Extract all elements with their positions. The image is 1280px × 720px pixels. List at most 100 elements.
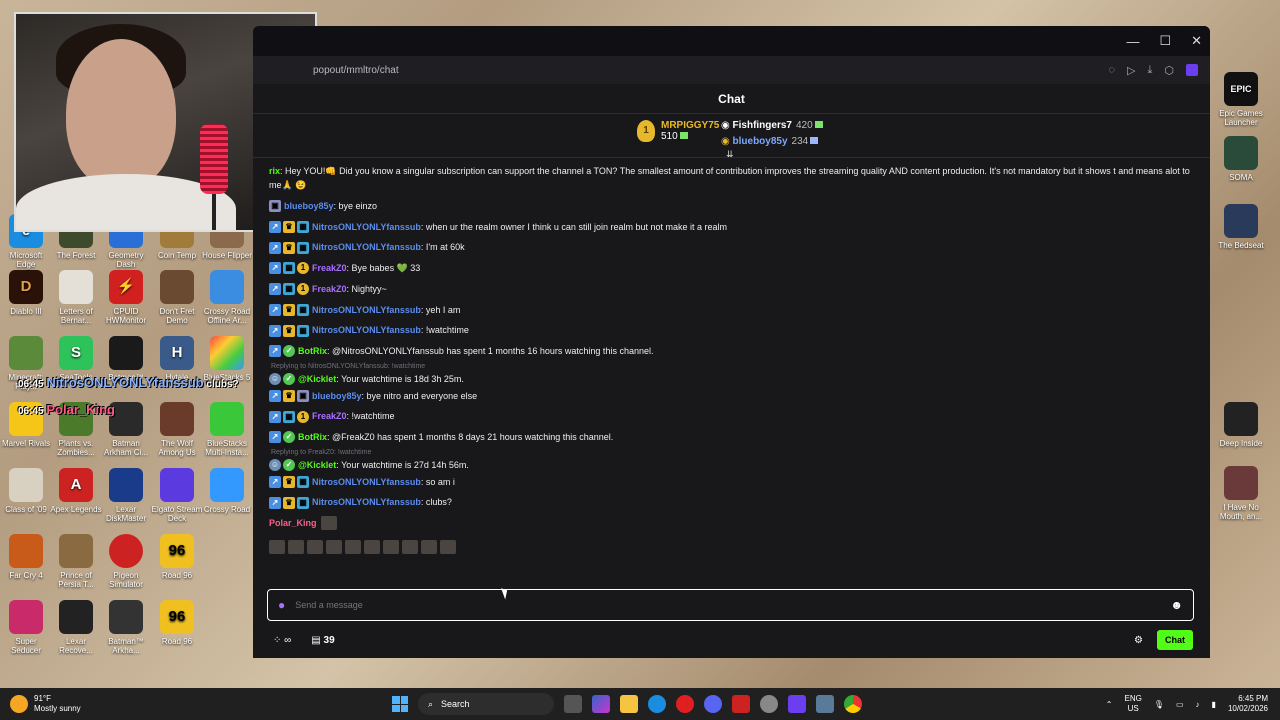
address-bar[interactable]: popout/mmltro/chat ◌ ▷ ⤓ ⬡ (253, 56, 1210, 84)
bot-badge-icon: ✓ (283, 372, 295, 385)
desktop-icon-lexar1[interactable]: Lexar DiskMaster (100, 468, 152, 523)
mic-tray-icon[interactable]: 🎙 (1154, 700, 1164, 709)
network-icon[interactable]: ▭ (1176, 700, 1184, 709)
username[interactable]: @Kicklet (298, 458, 336, 472)
username[interactable]: rix (269, 166, 280, 176)
edge-icon[interactable] (648, 695, 666, 713)
desktop-icon-pigeon[interactable]: Pigeon Simulator (100, 534, 152, 589)
hytale-icon: H (160, 336, 194, 370)
desktop-icon-batman3[interactable]: Batman™ Arkha... (100, 600, 152, 655)
app-gray-icon[interactable] (760, 695, 778, 713)
desktop-icon-label: Batman Arkham Ci... (103, 439, 148, 458)
leaderboard-others[interactable]: ◉ Fishfingers7 420 ◉ blueboy85y 234 (721, 118, 823, 150)
desktop-icon-farcry[interactable]: Far Cry 4 (0, 534, 52, 580)
username[interactable]: NitrosONLYONLYfanssub (312, 320, 421, 341)
username[interactable]: NitrosONLYONLYfanssub (312, 472, 421, 493)
windows-start-icon[interactable] (392, 696, 408, 712)
settings-gear-icon[interactable]: ⚙ (1134, 635, 1143, 646)
gift-leaderboard[interactable]: 1 MRPIGGY75 510 ◉ Fishfingers7 420 ◉ blue… (253, 114, 1210, 160)
desktop-icon-prince[interactable]: Prince of Persia T... (50, 534, 102, 589)
points-infinity-icon[interactable]: ⁘ ∞ (273, 635, 291, 646)
chat-message: ☺ ✓ @Kicklet: Your watchtime is 27d 14h 56… (269, 458, 1194, 472)
viewers-count[interactable]: ▤ 39 (311, 635, 334, 646)
copilot-icon[interactable] (592, 695, 610, 713)
clock[interactable]: 6:45 PM 10/02/2026 (1228, 694, 1268, 714)
message-text: : Nightyy~ (346, 283, 387, 294)
message-input-box[interactable]: ● ☻ (267, 589, 1194, 621)
extension-icon[interactable]: ⬡ (1164, 64, 1174, 77)
desktop-icon-label: Lexar DiskMaster (105, 505, 146, 524)
opera-gx-icon[interactable] (676, 695, 694, 713)
language-indicator[interactable]: ENG US (1124, 694, 1141, 714)
desktop-icon-epic[interactable]: EPIC Epic Games Launcher (1215, 72, 1267, 127)
message-input[interactable] (295, 600, 1171, 610)
username[interactable]: NitrosONLYONLYfanssub (312, 300, 421, 321)
discord-icon[interactable] (704, 695, 722, 713)
play-icon[interactable]: ▷ (1127, 64, 1135, 77)
username[interactable]: blueboy85y (284, 196, 334, 217)
microphone-icon[interactable]: ● (278, 598, 285, 612)
close-button[interactable]: ✕ (1191, 33, 1202, 49)
file-explorer-icon[interactable] (620, 695, 638, 713)
far-cry-icon (9, 534, 43, 568)
desktop-icon-letters[interactable]: Letters of Bernar... (50, 270, 102, 325)
system-tray: ⌃ ENG US 🎙 ▭ ♪ ▮ 6:45 PM 10/02/2026 (1106, 694, 1280, 714)
desktop-icon-class09[interactable]: Class of '09 (0, 468, 52, 514)
desktop-icon-cpuid[interactable]: ⚡ CPUID HWMonitor (100, 270, 152, 325)
desktop-icon-nomouth[interactable]: I Have No Mouth, an... (1215, 466, 1267, 521)
weather-widget[interactable]: 91°F Mostly sunny (0, 694, 200, 714)
desktop-icon-wolf[interactable]: The Wolf Among Us (151, 402, 203, 457)
leaderboard-first[interactable]: 1 MRPIGGY75 510 (637, 120, 719, 142)
chevron-up-icon[interactable]: ⌃ (1106, 700, 1113, 709)
desktop-icon-superseducer[interactable]: Super Seducer (0, 600, 52, 655)
extension-badge-icon[interactable] (1186, 63, 1198, 76)
username[interactable]: @Kicklet (298, 372, 336, 386)
maximize-button[interactable]: ☐ (1159, 33, 1171, 49)
reply-context: Replying to NitrosONLYONLYfanssub: !watc… (271, 362, 426, 370)
url-text[interactable]: popout/mmltro/chat (313, 65, 399, 76)
username[interactable]: blueboy85y (312, 386, 362, 407)
desktop-icon-lexar2[interactable]: Lexar Recove... (50, 600, 102, 655)
download-icon[interactable]: ⤓ (1148, 64, 1153, 77)
app-red-icon[interactable] (732, 695, 750, 713)
desktop-icon-apex[interactable]: A Apex Legends (50, 468, 102, 514)
crown-icon: ◉ (721, 120, 730, 131)
username[interactable]: Polar_King (269, 513, 317, 534)
chat-send-button[interactable]: Chat (1157, 630, 1193, 650)
desktop-icon-bedseat[interactable]: The Bedseat (1215, 204, 1267, 250)
username[interactable]: BotRix (298, 427, 327, 448)
desktop-icon-road2[interactable]: 96 Road 96 (151, 600, 203, 646)
desktop-icon-soma[interactable]: SOMA (1215, 136, 1267, 182)
settings-icon[interactable] (816, 695, 834, 713)
desktop-icon-diablo[interactable]: D Diablo III (0, 270, 52, 316)
desktop-icon-label: I Have No Mouth, an... (1219, 503, 1263, 522)
app-purple-icon[interactable] (788, 695, 806, 713)
emoji-picker-icon[interactable]: ☻ (1170, 598, 1183, 612)
gifter-badge-icon: 1 (297, 283, 309, 296)
desktop-icon-road1[interactable]: 96 Road 96 (151, 534, 203, 580)
minimize-button[interactable]: — (1126, 34, 1139, 49)
username[interactable]: NitrosONLYONLYfanssub (312, 217, 421, 238)
battery-icon[interactable]: ▮ (1212, 700, 1216, 709)
desktop-icon-dontstarve[interactable]: Don't Fret Demo (151, 270, 203, 325)
desktop-icon-elgato[interactable]: Elgato Stream Deck (151, 468, 203, 523)
stream-deck-icon (160, 468, 194, 502)
desktop-icon-crossy1[interactable]: Crossy Road Offline Ar... (201, 270, 253, 325)
desktop-icon-bsmulti[interactable]: BlueStacks Multi-Insta... (201, 402, 253, 457)
chrome-icon[interactable] (844, 695, 862, 713)
volume-icon[interactable]: ♪ (1196, 700, 1200, 709)
chat-message: ↗ ♛ ▦ NitrosONLYONLYfanssub: I'm at 60k (269, 237, 1194, 258)
username[interactable]: BotRix (298, 341, 327, 362)
task-view-icon[interactable] (564, 695, 582, 713)
expand-leaderboard-icon[interactable]: ⇊ (726, 149, 734, 160)
shield-icon[interactable]: ◌ (1109, 64, 1116, 77)
username[interactable]: FreakZ0 (312, 279, 347, 300)
taskbar-search[interactable]: ⌕ Search (418, 693, 554, 715)
taskbar-apps: ⌕ Search (392, 693, 862, 715)
desktop-icon-crossy2[interactable]: Crossy Road (201, 468, 253, 514)
desktop-icon-deep[interactable]: Deep Inside (1215, 402, 1267, 448)
username[interactable]: FreakZ0 (312, 406, 347, 427)
username[interactable]: NitrosONLYONLYfanssub (312, 237, 421, 258)
username[interactable]: NitrosONLYONLYfanssub (312, 492, 421, 513)
username[interactable]: FreakZ0 (312, 258, 347, 279)
